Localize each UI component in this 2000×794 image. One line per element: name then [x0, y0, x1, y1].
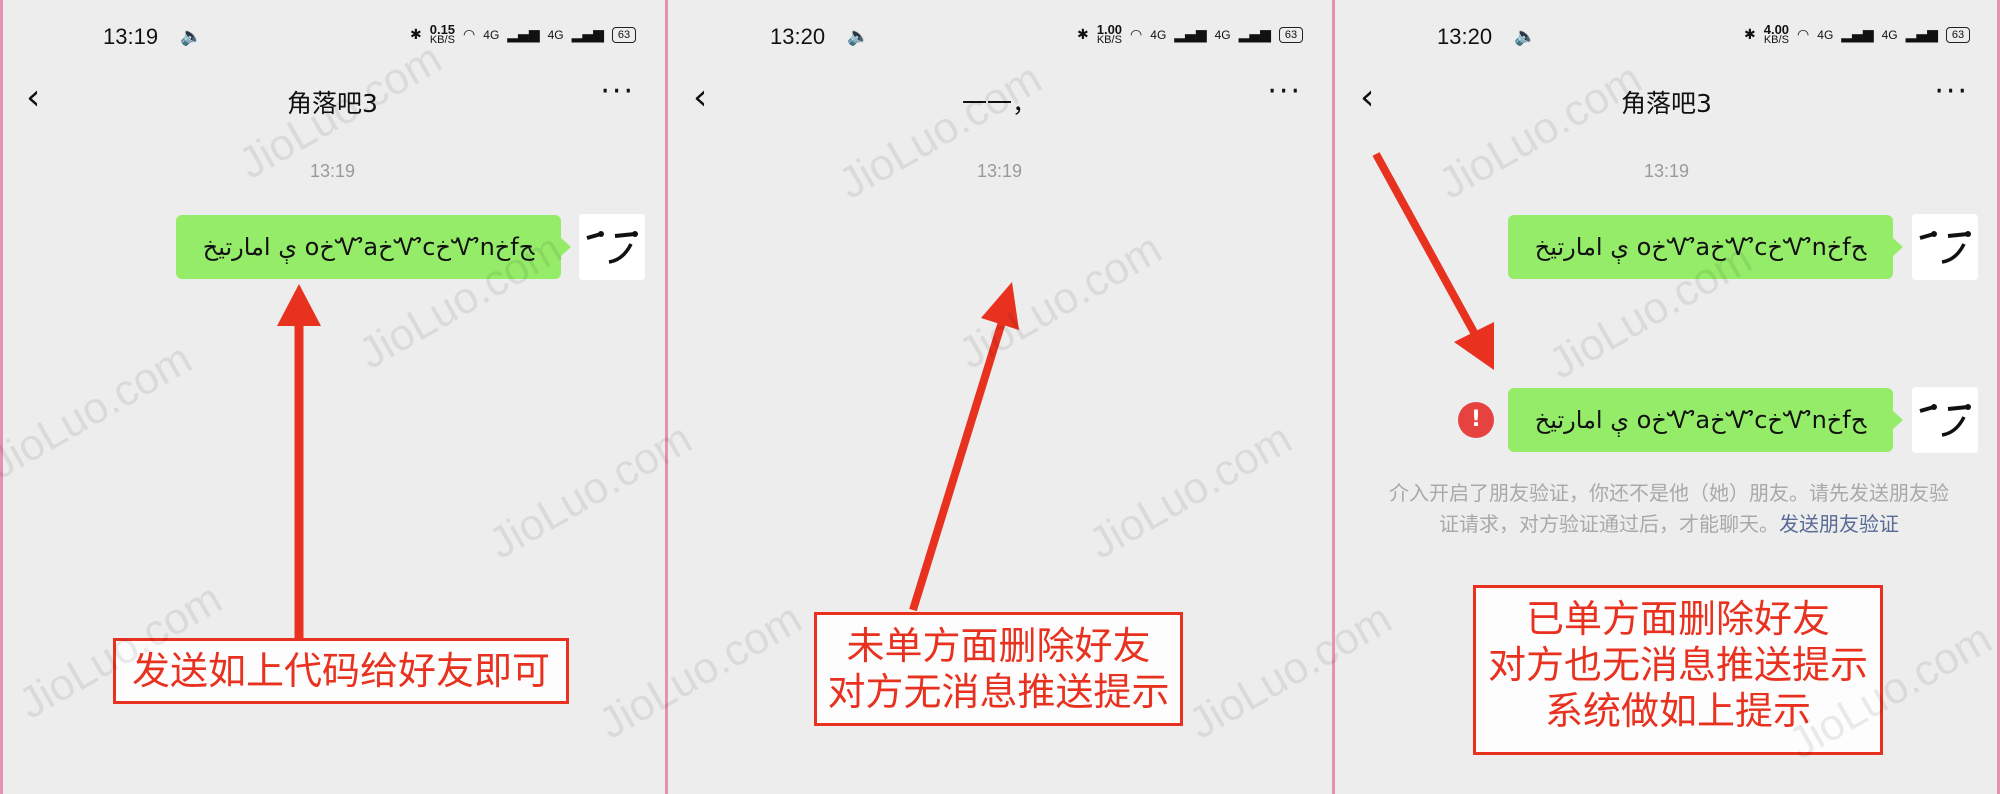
annotation-callout: 发送如上代码给好友即可 — [113, 638, 569, 704]
signal-icon: ▂▄▆ — [1841, 27, 1874, 43]
system-icons: ✱ 4.00 KB/S ◠ 4G ▂▄▆ 4G ▂▄▆ 63 — [1744, 22, 1971, 46]
annotation-callout: 已单方面删除好友 对方也无消息推送提示 系统做如上提示 — [1473, 585, 1883, 755]
signal-4g-1: 4G — [1150, 28, 1167, 42]
bluetooth-icon: ✱ — [410, 27, 422, 43]
signal-icon: ▂▄▆ — [507, 27, 540, 43]
status-bar: 13:20 🔈 ✱ 4.00 KB/S ◠ 4G ▂▄▆ 4G ▂▄▆ 63 — [1334, 22, 1999, 56]
speaker-icon: 🔈 — [1514, 26, 1537, 47]
more-options-icon[interactable]: ··· — [1934, 74, 1969, 109]
signal-4g-2: 4G — [547, 28, 564, 42]
battery-indicator: 63 — [1278, 27, 1304, 43]
failed-message-bubble[interactable]: ﯤ امارتيخ oخᏉaخᏉcخᏉnخfﺢ — [1508, 388, 1903, 452]
wifi-icon: ◠ — [1130, 27, 1143, 43]
chat-title: 角落吧3 — [1621, 89, 1712, 118]
status-time: 13:19 — [103, 24, 159, 49]
avatar-face-icon — [586, 231, 638, 264]
status-time: 13:20 — [1437, 24, 1493, 49]
message-timestamp: 13:19 — [976, 161, 1023, 181]
avatar-face-icon — [1919, 404, 1971, 437]
more-options-icon[interactable]: ··· — [1267, 74, 1302, 109]
status-bar: 13:19 🔈 ✱ 0.15 KB/S ◠ 4G ▂▄▆ 4G ▂▄▆ 63 — [0, 22, 665, 56]
system-icons: ✱ 1.00 KB/S ◠ 4G ▂▄▆ 4G ▂▄▆ 63 — [1077, 22, 1304, 46]
send-verification-link[interactable]: 发送朋友验证 — [1779, 512, 1899, 536]
phone-screen-2: 13:20 🔈 ✱ 1.00 KB/S ◠ 4G ▂▄▆ 4G ▂▄▆ 63 ‹ 一一… — [667, 0, 1332, 794]
bluetooth-icon: ✱ — [1077, 27, 1089, 43]
divider — [1332, 0, 1335, 794]
divider — [0, 0, 3, 794]
network-speed: 4.00 KB/S — [1763, 22, 1790, 46]
annotation-callout: 未单方面删除好友 对方无消息推送提示 — [814, 612, 1183, 726]
speaker-icon: 🔈 — [180, 26, 203, 47]
avatar[interactable] — [1912, 387, 1978, 453]
battery-indicator: 63 — [611, 27, 637, 43]
network-speed: 0.15 KB/S — [429, 22, 456, 46]
message-timestamp: 13:19 — [309, 161, 356, 181]
avatar[interactable] — [1912, 214, 1978, 280]
signal-4g-2: 4G — [1214, 28, 1231, 42]
chat-title: 一一， — [961, 89, 1037, 118]
signal-4g-1: 4G — [1817, 28, 1834, 42]
phone-screen-1: 13:19 🔈 ✱ 0.15 KB/S ◠ 4G ▂▄▆ 4G ▂▄▆ 63 ‹ 角落… — [0, 0, 665, 794]
signal-icon: ▂▄▆ — [1238, 27, 1271, 43]
status-bar: 13:20 🔈 ✱ 1.00 KB/S ◠ 4G ▂▄▆ 4G ▂▄▆ 63 — [667, 22, 1332, 56]
system-icons: ✱ 0.15 KB/S ◠ 4G ▂▄▆ 4G ▂▄▆ 63 — [410, 22, 637, 46]
signal-4g-1: 4G — [483, 28, 500, 42]
divider — [665, 0, 668, 794]
avatar-face-icon — [1919, 231, 1971, 264]
chat-title: 角落吧3 — [287, 89, 378, 118]
battery-indicator: 63 — [1945, 27, 1971, 43]
chat-header: ‹ 角落吧3 ··· — [1334, 74, 1999, 126]
signal-icon: ▂▄▆ — [1905, 27, 1938, 43]
signal-4g-2: 4G — [1881, 28, 1898, 42]
wifi-icon: ◠ — [463, 27, 476, 43]
more-options-icon[interactable]: ··· — [600, 74, 635, 109]
send-failed-icon[interactable]: ! — [1458, 402, 1494, 438]
speaker-icon: 🔈 — [847, 26, 870, 47]
wifi-icon: ◠ — [1797, 27, 1810, 43]
phone-screen-3: 13:20 🔈 ✱ 4.00 KB/S ◠ 4G ▂▄▆ 4G ▂▄▆ 63 ‹ 角落… — [1334, 0, 1999, 794]
signal-icon: ▂▄▆ — [1174, 27, 1207, 43]
chat-header: ‹ 角落吧3 ··· — [0, 74, 665, 126]
signal-icon: ▂▄▆ — [571, 27, 604, 43]
system-notice: 介入开启了朋友验证，你还不是他（她）朋友。请先发送朋友验证请求，对方验证通过后，… — [1389, 481, 1949, 536]
sent-message-bubble[interactable]: ﯤ امارتيخ oخᏉaخᏉcخᏉnخfﺢ — [1508, 215, 1903, 279]
message-timestamp: 13:19 — [1643, 161, 1690, 181]
avatar[interactable] — [579, 214, 645, 280]
network-speed: 1.00 KB/S — [1096, 22, 1123, 46]
sent-message-bubble[interactable]: ﯤ امارتيخ oخᏉaخᏉcخᏉnخfﺢ — [176, 215, 571, 279]
bluetooth-icon: ✱ — [1744, 27, 1756, 43]
status-time: 13:20 — [770, 24, 826, 49]
chat-header: ‹ 一一， ··· — [667, 74, 1332, 126]
